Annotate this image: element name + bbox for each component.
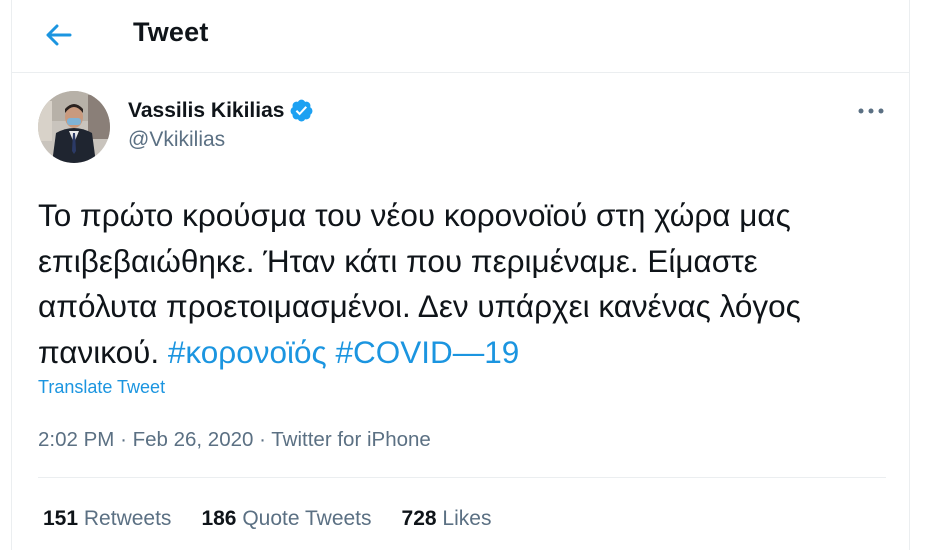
quote-tweets-stat[interactable]: 186 Quote Tweets: [201, 507, 371, 531]
tweet-source[interactable]: Twitter for iPhone: [271, 428, 431, 451]
more-dots-icon: [858, 108, 884, 114]
meta-separator: ·: [259, 428, 266, 451]
back-button[interactable]: [40, 16, 78, 54]
author-name[interactable]: Vassilis Kikilias: [128, 98, 314, 123]
verified-badge-icon: [289, 98, 314, 123]
profile-photo: [38, 91, 110, 163]
translate-tweet-link[interactable]: Translate Tweet: [38, 377, 165, 398]
tweet-text: Το πρώτο κρούσμα του νέου κορονοϊού στη …: [38, 193, 858, 375]
likes-label: Likes: [442, 507, 492, 530]
more-options-button[interactable]: [854, 96, 888, 126]
tweet-meta: 2:02 PM · Feb 26, 2020 · Twitter for iPh…: [38, 428, 431, 452]
retweets-label: Retweets: [83, 507, 172, 530]
tweet-page: Tweet Vassilis Kikilias @Vkikilias Το πρ…: [11, 0, 910, 550]
quotes-count: 186: [201, 507, 237, 530]
likes-count: 728: [401, 507, 437, 530]
avatar[interactable]: [38, 91, 110, 163]
tweet-stats: 151 Retweets 186 Quote Tweets 728 Likes: [43, 507, 521, 531]
likes-stat[interactable]: 728 Likes: [402, 507, 492, 531]
page-header: Tweet: [12, 0, 909, 73]
meta-separator: ·: [120, 428, 127, 451]
hashtag-link[interactable]: #κορονοϊός: [168, 334, 327, 370]
arrow-left-icon: [46, 24, 72, 46]
tweet-date[interactable]: Feb 26, 2020: [133, 428, 254, 451]
divider: [38, 477, 886, 478]
author-display-name: Vassilis Kikilias: [128, 98, 285, 122]
author-handle[interactable]: @Vkikilias: [128, 128, 225, 152]
tweet-time[interactable]: 2:02 PM: [38, 428, 114, 451]
quotes-label: Quote Tweets: [242, 507, 372, 530]
retweets-count: 151: [43, 507, 79, 530]
hashtag-link[interactable]: #COVID—19: [335, 334, 519, 370]
retweets-stat[interactable]: 151 Retweets: [43, 507, 171, 531]
page-title: Tweet: [133, 17, 209, 47]
